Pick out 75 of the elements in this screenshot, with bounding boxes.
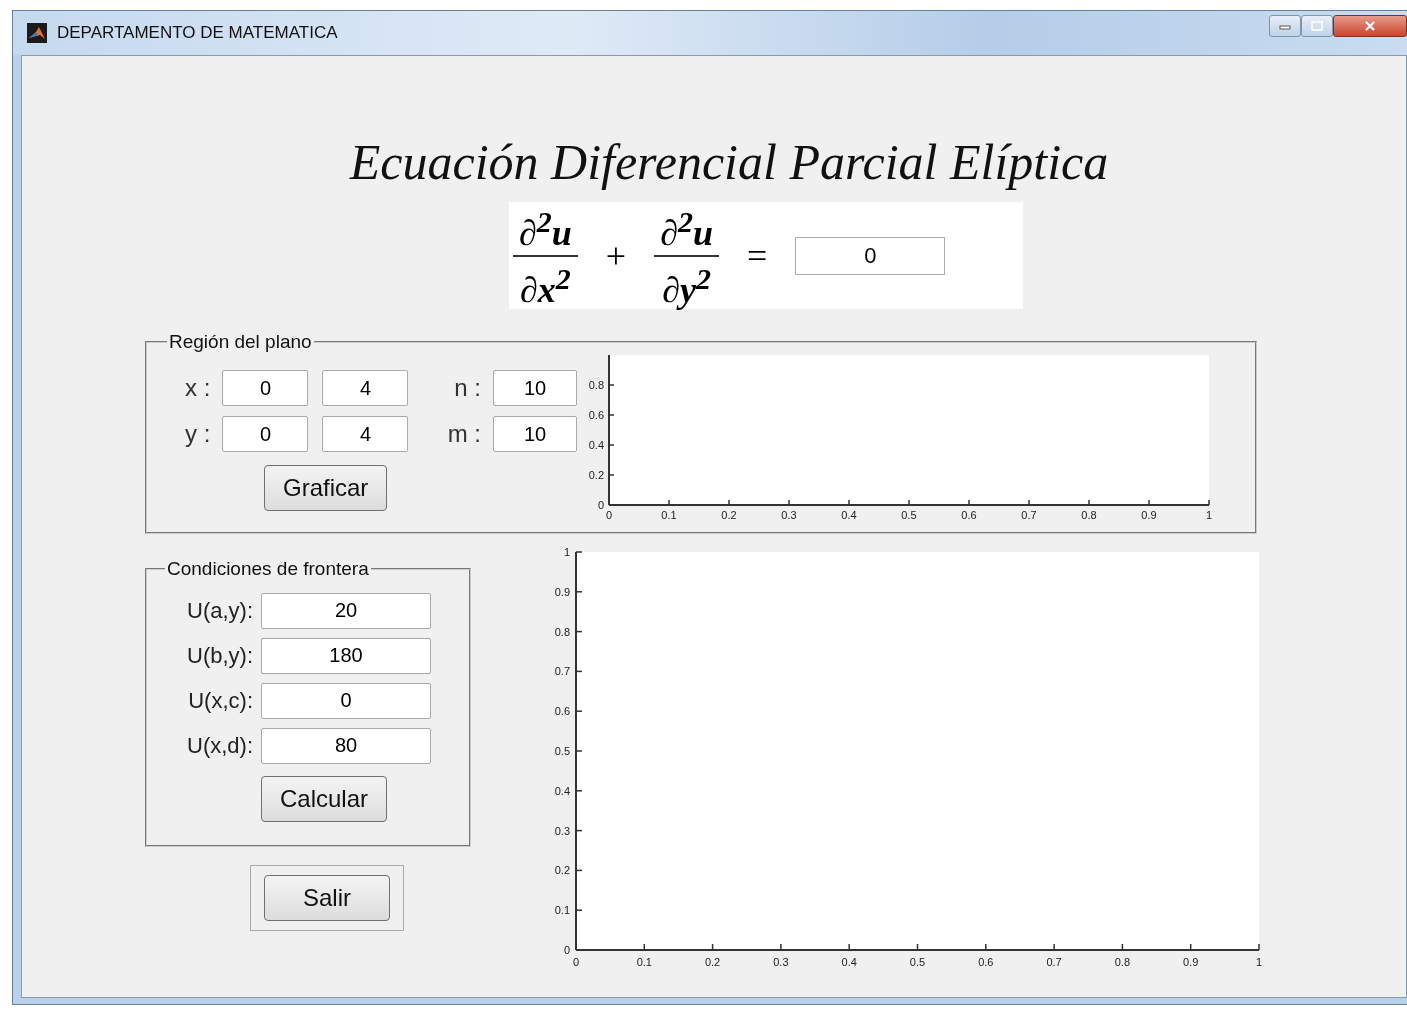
field-label: U(x,c): — [187, 687, 253, 714]
tick-label: 0.9 — [554, 585, 570, 598]
maximize-button[interactable] — [1301, 15, 1333, 37]
tick-label: 0.8 — [554, 625, 570, 638]
close-icon — [1364, 20, 1376, 32]
input-field[interactable]: 10 — [493, 370, 577, 406]
tick-label: 0 — [605, 509, 613, 521]
tick-label: 0.6 — [978, 956, 994, 968]
equals-sign: = — [746, 234, 768, 277]
tick-label: 0 — [563, 944, 570, 956]
input-field[interactable]: 80 — [261, 727, 431, 764]
panel-title: Condiciones de frontera — [166, 558, 370, 580]
tick-label: 0.9 — [1141, 509, 1157, 521]
tick-label: 0.2 — [554, 864, 570, 877]
tick-label: 0.9 — [1183, 956, 1199, 968]
input-field[interactable]: 0 — [795, 236, 946, 275]
tick-label: 0.1 — [636, 956, 652, 968]
tick-label: 0.6 — [961, 509, 977, 521]
field-label: m : — [446, 420, 481, 448]
field-label: U(x,d): — [186, 732, 253, 759]
minimize-icon — [1279, 22, 1291, 30]
tick-label: 0.1 — [554, 904, 570, 917]
tick-label: 0.4 — [588, 439, 604, 451]
tick-label: 0.8 — [1081, 509, 1097, 521]
tick-label: 0.7 — [1046, 956, 1062, 968]
tick-label: 0 — [597, 499, 604, 511]
panel-title: Región del plano — [168, 331, 313, 353]
input-field[interactable]: 0 — [261, 682, 431, 719]
field-label: x : — [184, 374, 211, 402]
tick-label: 0.2 — [721, 509, 737, 521]
input-field[interactable]: 0 — [222, 370, 309, 406]
tick-label: 0.1 — [661, 509, 677, 521]
tick-label: 1 — [1255, 956, 1263, 968]
heading: Ecuación Diferencial Parcial Elíptica — [348, 133, 1110, 192]
tick-label: 0.3 — [773, 956, 789, 968]
tick-label: 0.4 — [554, 784, 570, 797]
tick-label: 0.5 — [909, 956, 926, 968]
tick-label: 0.3 — [781, 509, 797, 521]
tick-label: 0.7 — [1021, 509, 1037, 521]
exit-button[interactable]: Salir — [264, 875, 390, 921]
tick-label: 0.7 — [554, 665, 570, 678]
field-label: y : — [184, 420, 211, 448]
input-field[interactable]: 20 — [261, 592, 431, 629]
tick-label: 0.8 — [1114, 956, 1131, 968]
tick-label: 1 — [1205, 509, 1213, 521]
tick-label: 0.4 — [841, 956, 857, 968]
tick-label: 0.4 — [841, 509, 857, 521]
input-field[interactable]: 4 — [322, 416, 409, 452]
window-title: DEPARTAMENTO DE MATEMATICA — [57, 23, 338, 43]
tick-label: 0.2 — [588, 469, 604, 481]
tick-label: 0.3 — [554, 824, 570, 837]
input-field[interactable]: 180 — [261, 637, 431, 674]
field-label: n : — [453, 374, 481, 402]
tick-label: 0.6 — [588, 409, 604, 421]
tick-label: 0 — [572, 956, 580, 968]
tick-label: 1 — [563, 546, 570, 558]
tick-label: 0.8 — [588, 379, 604, 391]
input-field[interactable]: 4 — [322, 370, 409, 406]
calculate-button[interactable]: Calcular — [261, 776, 388, 822]
field-label: U(a,y): — [186, 597, 253, 624]
fraction: ∂$^{2}$u ∂y$^{2}$ — [654, 199, 719, 312]
input-field[interactable]: 0 — [222, 416, 309, 452]
tick-label: 0.6 — [554, 705, 570, 718]
tick-label: 0.5 — [554, 745, 570, 757]
tick-label: 0.5 — [901, 509, 917, 521]
field-label: U(b,y): — [186, 642, 253, 669]
graph-button[interactable]: Graficar — [264, 465, 388, 511]
tick-label: 0.2 — [704, 956, 721, 968]
app-icon — [27, 23, 47, 43]
fraction: ∂$^{2}$u ∂x$^{2}$ — [513, 199, 578, 312]
input-field[interactable]: 10 — [493, 416, 577, 452]
plus-sign: + — [605, 234, 627, 277]
minimize-button[interactable] — [1269, 15, 1301, 37]
maximize-icon — [1311, 21, 1323, 31]
close-button[interactable] — [1333, 15, 1407, 37]
